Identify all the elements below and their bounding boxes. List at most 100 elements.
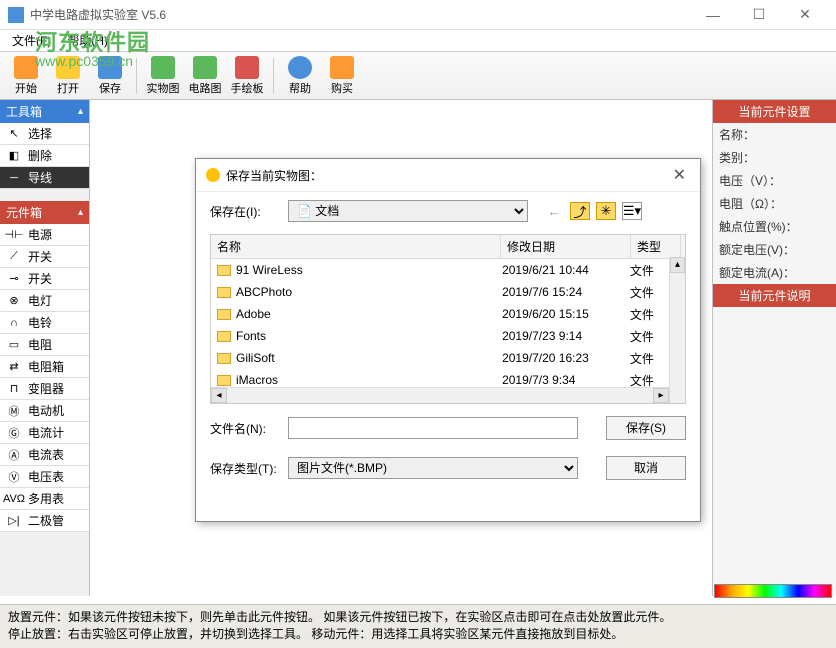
- folder-icon: [217, 265, 231, 276]
- component-icon: ▷|: [4, 514, 24, 528]
- toolbar-sep: [136, 58, 137, 94]
- tool-select[interactable]: ↖选择: [0, 123, 89, 145]
- app-icon: [8, 7, 24, 23]
- savein-label: 保存在(I):: [210, 203, 280, 220]
- component-二极管[interactable]: ▷|二极管: [0, 510, 89, 532]
- file-row[interactable]: ABCPhoto2019/7/6 15:24文件: [211, 281, 685, 303]
- hscrollbar[interactable]: ◂▸: [211, 387, 669, 403]
- component-icon: Ⓐ: [4, 448, 24, 462]
- component-电源[interactable]: ⊣⊢电源: [0, 224, 89, 246]
- nav-view-icon[interactable]: ☰▾: [622, 202, 642, 220]
- bulb-icon: [206, 168, 220, 182]
- menubar: 文件(F) 帮助(H): [0, 30, 836, 52]
- menu-help[interactable]: 帮助(H): [59, 30, 116, 51]
- statusbar: 放置元件：如果该元件按钮未按下，则先单击此元件按钮。 如果该元件按钮已按下，在实…: [0, 604, 836, 648]
- component-电阻[interactable]: ▭电阻: [0, 334, 89, 356]
- vscrollbar[interactable]: ▴: [669, 257, 685, 403]
- component-icon: ▭: [4, 338, 24, 352]
- setting-row: 触点位置(%)：: [713, 215, 836, 238]
- sidebar: 工具箱▴ ↖选择 ◧删除 ─导线 元件箱▴ ⊣⊢电源⟋开关⊸开关⊗电灯∩电铃▭电…: [0, 100, 90, 596]
- folder-icon: [217, 309, 231, 320]
- toolbar-sketch[interactable]: 手绘板: [227, 54, 267, 98]
- menu-file[interactable]: 文件(F): [4, 30, 59, 51]
- setting-row: 额定电流(A)：: [713, 261, 836, 284]
- maximize-button[interactable]: ☐: [736, 0, 782, 30]
- setting-row: 额定电压(V)：: [713, 238, 836, 261]
- file-list-header[interactable]: 名称 修改日期 类型: [211, 235, 685, 259]
- component-多用表[interactable]: AVΩ多用表: [0, 488, 89, 510]
- toolbar-realimg[interactable]: 实物图: [143, 54, 183, 98]
- component-电动机[interactable]: Ⓜ电动机: [0, 400, 89, 422]
- window-title: 中学电路虚拟实验室 V5.6: [30, 6, 690, 23]
- component-icon: Ⓜ: [4, 404, 24, 418]
- component-icon: Ⓥ: [4, 470, 24, 484]
- filetype-select[interactable]: 图片文件(*.BMP): [288, 457, 578, 479]
- component-icon: ⊸: [4, 272, 24, 286]
- toolbar-open[interactable]: 打开: [48, 54, 88, 98]
- setting-row: 类别：: [713, 146, 836, 169]
- component-icon: ⟋: [4, 250, 24, 264]
- nav-back-icon[interactable]: ←: [544, 202, 564, 220]
- folder-icon: [217, 331, 231, 342]
- filename-label: 文件名(N):: [210, 420, 280, 437]
- component-开关[interactable]: ⊸开关: [0, 268, 89, 290]
- component-电流表[interactable]: Ⓐ电流表: [0, 444, 89, 466]
- component-icon: Ⓖ: [4, 426, 24, 440]
- wire-icon: ─: [4, 171, 24, 185]
- save-button[interactable]: 保存(S): [606, 416, 686, 440]
- status-line1: 放置元件：如果该元件按钮未按下，则先单击此元件按钮。 如果该元件按钮已按下，在实…: [8, 609, 828, 626]
- cancel-button[interactable]: 取消: [606, 456, 686, 480]
- dialog-title: 保存当前实物图：: [226, 167, 669, 184]
- location-select[interactable]: 📄 文档: [288, 200, 528, 222]
- component-开关[interactable]: ⟋开关: [0, 246, 89, 268]
- file-row[interactable]: 91 WireLess2019/6/21 10:44文件: [211, 259, 685, 281]
- filename-input[interactable]: [288, 417, 578, 439]
- component-icon: ⊓: [4, 382, 24, 396]
- file-row[interactable]: Fonts2019/7/23 9:14文件: [211, 325, 685, 347]
- cursor-icon: ↖: [4, 127, 24, 141]
- minimize-button[interactable]: —: [690, 0, 736, 30]
- nav-up-icon[interactable]: ⤴: [570, 202, 590, 220]
- file-list: 名称 修改日期 类型 91 WireLess2019/6/21 10:44文件A…: [210, 234, 686, 404]
- close-button[interactable]: ✕: [782, 0, 828, 30]
- component-icon: ⇄: [4, 360, 24, 374]
- folder-icon: [217, 287, 231, 298]
- tool-delete[interactable]: ◧删除: [0, 145, 89, 167]
- toolbar-buy[interactable]: 购买: [322, 54, 362, 98]
- right-panel: 当前元件设置 名称：类别：电压（V）：电阻（Ω）：触点位置(%)：额定电压(V)…: [712, 100, 836, 596]
- nav-newfolder-icon[interactable]: ✳: [596, 202, 616, 220]
- save-dialog: 保存当前实物图： ✕ 保存在(I): 📄 文档 ← ⤴ ✳ ☰▾ 名称 修改日期…: [195, 158, 701, 522]
- toolbar-circuit[interactable]: 电路图: [185, 54, 225, 98]
- setting-row: 电压（V）：: [713, 169, 836, 192]
- toolbar-start[interactable]: 开始: [6, 54, 46, 98]
- setting-row: 名称：: [713, 123, 836, 146]
- toolbar-help[interactable]: 帮助: [280, 54, 320, 98]
- toolbar-save[interactable]: 保存: [90, 54, 130, 98]
- tool-wire[interactable]: ─导线: [0, 167, 89, 189]
- settings-header: 当前元件设置: [713, 100, 836, 123]
- folder-icon: [217, 353, 231, 364]
- desc-header: 当前元件说明: [713, 284, 836, 307]
- component-icon: ⊣⊢: [4, 228, 24, 242]
- component-电阻箱[interactable]: ⇄电阻箱: [0, 356, 89, 378]
- component-icon: AVΩ: [4, 492, 24, 506]
- component-电压表[interactable]: Ⓥ电压表: [0, 466, 89, 488]
- component-icon: ⊗: [4, 294, 24, 308]
- toolbar-sep: [273, 58, 274, 94]
- titlebar: 中学电路虚拟实验室 V5.6 — ☐ ✕: [0, 0, 836, 30]
- file-row[interactable]: Adobe2019/6/20 15:15文件: [211, 303, 685, 325]
- filetype-label: 保存类型(T):: [210, 460, 280, 477]
- toolbox-header[interactable]: 工具箱▴: [0, 100, 89, 123]
- dialog-close-button[interactable]: ✕: [669, 165, 690, 185]
- status-line2: 停止放置：右击实验区可停止放置，并切换到选择工具。 移动元件：用选择工具将实验区…: [8, 626, 828, 643]
- color-bar[interactable]: [714, 584, 832, 598]
- component-icon: ∩: [4, 316, 24, 330]
- component-电铃[interactable]: ∩电铃: [0, 312, 89, 334]
- components-header[interactable]: 元件箱▴: [0, 201, 89, 224]
- toolbar: 开始 打开 保存 实物图 电路图 手绘板 帮助 购买: [0, 52, 836, 100]
- component-电流计[interactable]: Ⓖ电流计: [0, 422, 89, 444]
- component-变阻器[interactable]: ⊓变阻器: [0, 378, 89, 400]
- file-row[interactable]: GiliSoft2019/7/20 16:23文件: [211, 347, 685, 369]
- setting-row: 电阻（Ω）：: [713, 192, 836, 215]
- component-电灯[interactable]: ⊗电灯: [0, 290, 89, 312]
